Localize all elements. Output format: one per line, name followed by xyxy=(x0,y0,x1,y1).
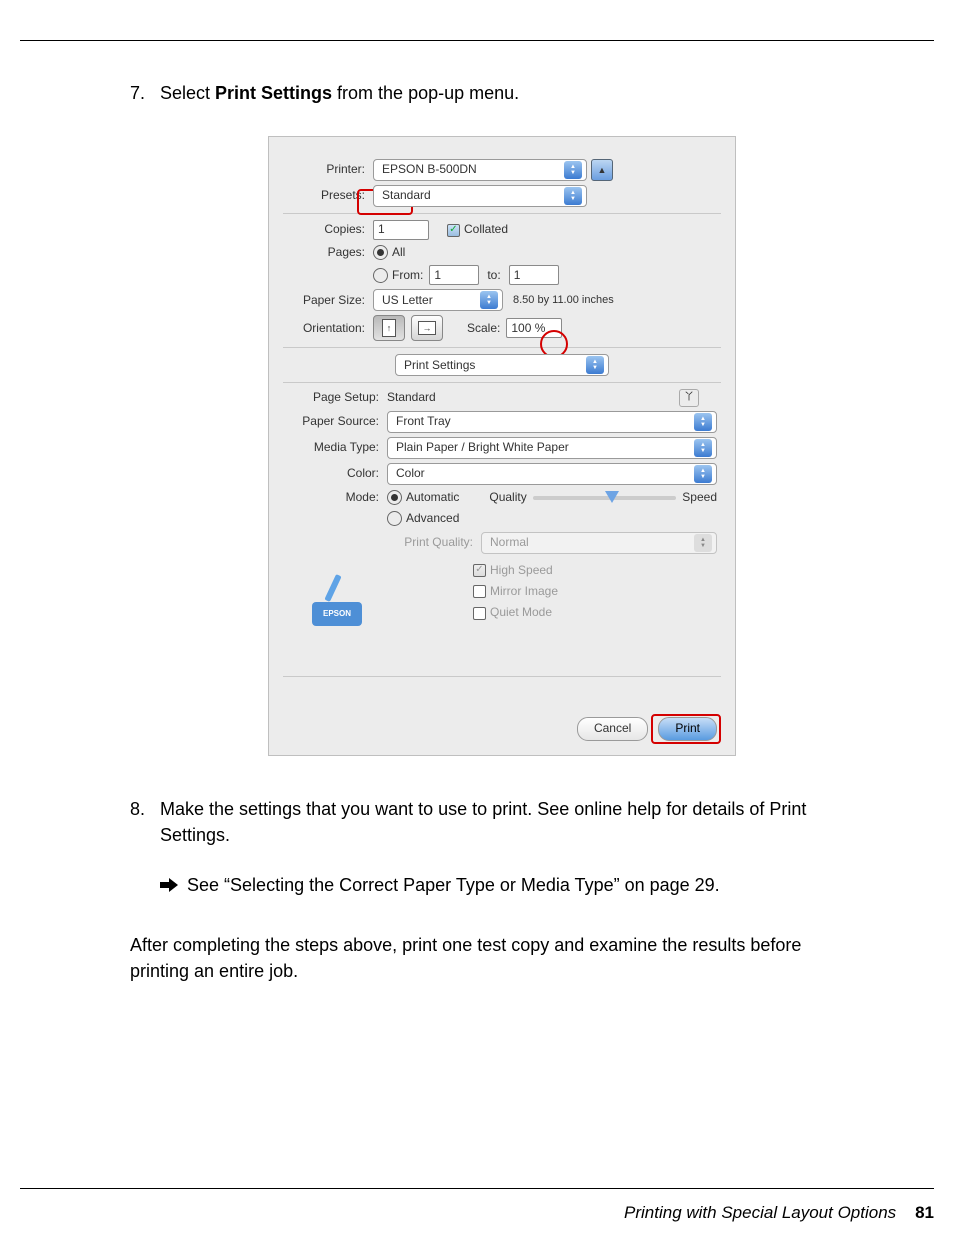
step-7: 7. Select Print Settings from the pop-up… xyxy=(130,80,844,756)
mediatype-value: Plain Paper / Bright White Paper xyxy=(396,439,694,456)
pages-from-value: 1 xyxy=(434,267,441,284)
footer-page-number: 81 xyxy=(915,1203,934,1222)
pages-from-radio[interactable] xyxy=(373,268,388,283)
scale-label: Scale: xyxy=(467,320,500,337)
page-rule-top xyxy=(20,40,934,41)
mode-automatic-label: Automatic xyxy=(406,489,459,506)
step-7-text-post: from the pop-up menu. xyxy=(332,83,519,103)
pages-to-value: 1 xyxy=(514,267,521,284)
quietmode-checkbox: ✓ xyxy=(473,607,486,620)
scale-input[interactable]: 100 % xyxy=(506,318,562,338)
printquality-popup: Normal ▲▼ xyxy=(481,532,717,554)
step-7-text-bold: Print Settings xyxy=(215,83,332,103)
page-rule-bottom xyxy=(20,1188,934,1189)
step-7-number: 7. xyxy=(130,80,145,106)
pagesetup-value: Standard xyxy=(387,389,436,406)
popup-arrows-icon: ▲▼ xyxy=(564,187,582,205)
popup-arrows-icon: ▲▼ xyxy=(694,413,712,431)
popup-arrows-icon: ▲▼ xyxy=(586,356,604,374)
step-8: 8. Make the settings that you want to us… xyxy=(130,796,844,898)
popup-arrows-icon: ▲▼ xyxy=(564,161,582,179)
epson-icon-label: EPSON xyxy=(323,608,351,620)
papersize-label: Paper Size: xyxy=(287,292,365,309)
scale-value: 100 % xyxy=(511,320,545,337)
footer-section-title: Printing with Special Layout Options xyxy=(624,1203,896,1222)
copies-input[interactable]: 1 xyxy=(373,220,429,240)
papersize-value: US Letter xyxy=(382,292,480,309)
popup-arrows-icon: ▲▼ xyxy=(694,439,712,457)
copies-label: Copies: xyxy=(287,221,365,238)
papersource-popup[interactable]: Front Tray ▲▼ xyxy=(387,411,717,433)
mode-automatic-radio[interactable] xyxy=(387,490,402,505)
step-8-number: 8. xyxy=(130,796,145,822)
printquality-label: Print Quality: xyxy=(387,534,473,551)
section-popup[interactable]: Print Settings ▲▼ xyxy=(395,354,609,376)
pages-label: Pages: xyxy=(287,244,365,261)
papersize-popup[interactable]: US Letter ▲▼ xyxy=(373,289,503,311)
color-popup[interactable]: Color ▲▼ xyxy=(387,463,717,485)
presets-label: Presets: xyxy=(287,187,365,204)
quality-label: Quality xyxy=(489,489,526,506)
color-value: Color xyxy=(396,465,694,482)
cancel-button[interactable]: Cancel xyxy=(577,717,648,741)
highspeed-label: High Speed xyxy=(490,562,553,579)
printer-label: Printer: xyxy=(287,161,365,178)
popup-arrows-icon: ▲▼ xyxy=(694,534,712,552)
mirrorimage-label: Mirror Image xyxy=(490,583,558,600)
speed-label: Speed xyxy=(682,489,717,506)
step-8-text: Make the settings that you want to use t… xyxy=(160,799,806,845)
page-footer: Printing with Special Layout Options 81 xyxy=(624,1203,934,1223)
epson-printer-icon: EPSON xyxy=(312,580,362,626)
pages-from-input[interactable]: 1 xyxy=(429,265,479,285)
print-button[interactable]: Print xyxy=(658,717,717,741)
popup-arrows-icon: ▲▼ xyxy=(694,465,712,483)
mirrorimage-checkbox: ✓ xyxy=(473,585,486,598)
collated-checkbox[interactable]: ✓ xyxy=(447,224,460,237)
presets-value: Standard xyxy=(382,187,564,204)
pagesetup-label: Page Setup: xyxy=(287,389,379,406)
collated-label: Collated xyxy=(464,221,508,238)
mode-label: Mode: xyxy=(287,489,379,506)
cancel-button-label: Cancel xyxy=(594,720,631,737)
mode-advanced-radio[interactable] xyxy=(387,511,402,526)
papersource-label: Paper Source: xyxy=(287,413,379,430)
divider xyxy=(283,676,721,677)
slider-thumb-icon xyxy=(605,491,619,503)
pages-to-label: to: xyxy=(487,267,500,284)
mode-advanced-label: Advanced xyxy=(406,510,459,527)
printer-popup[interactable]: EPSON B-500DN ▲▼ xyxy=(373,159,587,181)
papersize-dim: 8.50 by 11.00 inches xyxy=(513,293,614,309)
print-dialog: Printer: EPSON B-500DN ▲▼ ▲ Presets: Sta… xyxy=(268,136,736,756)
closing-text: After completing the steps above, print … xyxy=(130,932,844,984)
quietmode-label: Quiet Mode xyxy=(490,604,552,621)
print-button-label: Print xyxy=(675,720,700,737)
papersource-value: Front Tray xyxy=(396,413,694,430)
mediatype-label: Media Type: xyxy=(287,439,379,456)
color-label: Color: xyxy=(287,465,379,482)
highspeed-checkbox: ✓ xyxy=(473,564,486,577)
divider xyxy=(283,382,721,383)
presets-popup[interactable]: Standard ▲▼ xyxy=(373,185,587,207)
printer-value: EPSON B-500DN xyxy=(382,161,564,178)
section-value: Print Settings xyxy=(404,357,586,374)
popup-arrows-icon: ▲▼ xyxy=(480,291,498,309)
orientation-landscape-button[interactable]: → xyxy=(411,315,443,341)
copies-value: 1 xyxy=(378,221,385,238)
orientation-portrait-button[interactable]: ↑ xyxy=(373,315,405,341)
printquality-value: Normal xyxy=(490,534,694,551)
pages-all-label: All xyxy=(392,244,405,261)
mediatype-popup[interactable]: Plain Paper / Bright White Paper ▲▼ xyxy=(387,437,717,459)
divider xyxy=(283,347,721,348)
step-7-text-pre: Select xyxy=(160,83,215,103)
pages-all-radio[interactable] xyxy=(373,245,388,260)
printer-info-button[interactable]: ▲ xyxy=(591,159,613,181)
divider xyxy=(283,213,721,214)
quality-slider[interactable] xyxy=(533,496,677,500)
orientation-label: Orientation: xyxy=(287,320,365,337)
pages-to-input[interactable]: 1 xyxy=(509,265,559,285)
presets-tool-icon[interactable]: 丫 xyxy=(679,389,699,407)
see-reference-text: See “Selecting the Correct Paper Type or… xyxy=(187,875,720,895)
pages-from-label: From: xyxy=(392,267,423,284)
arrow-right-icon xyxy=(160,878,178,892)
